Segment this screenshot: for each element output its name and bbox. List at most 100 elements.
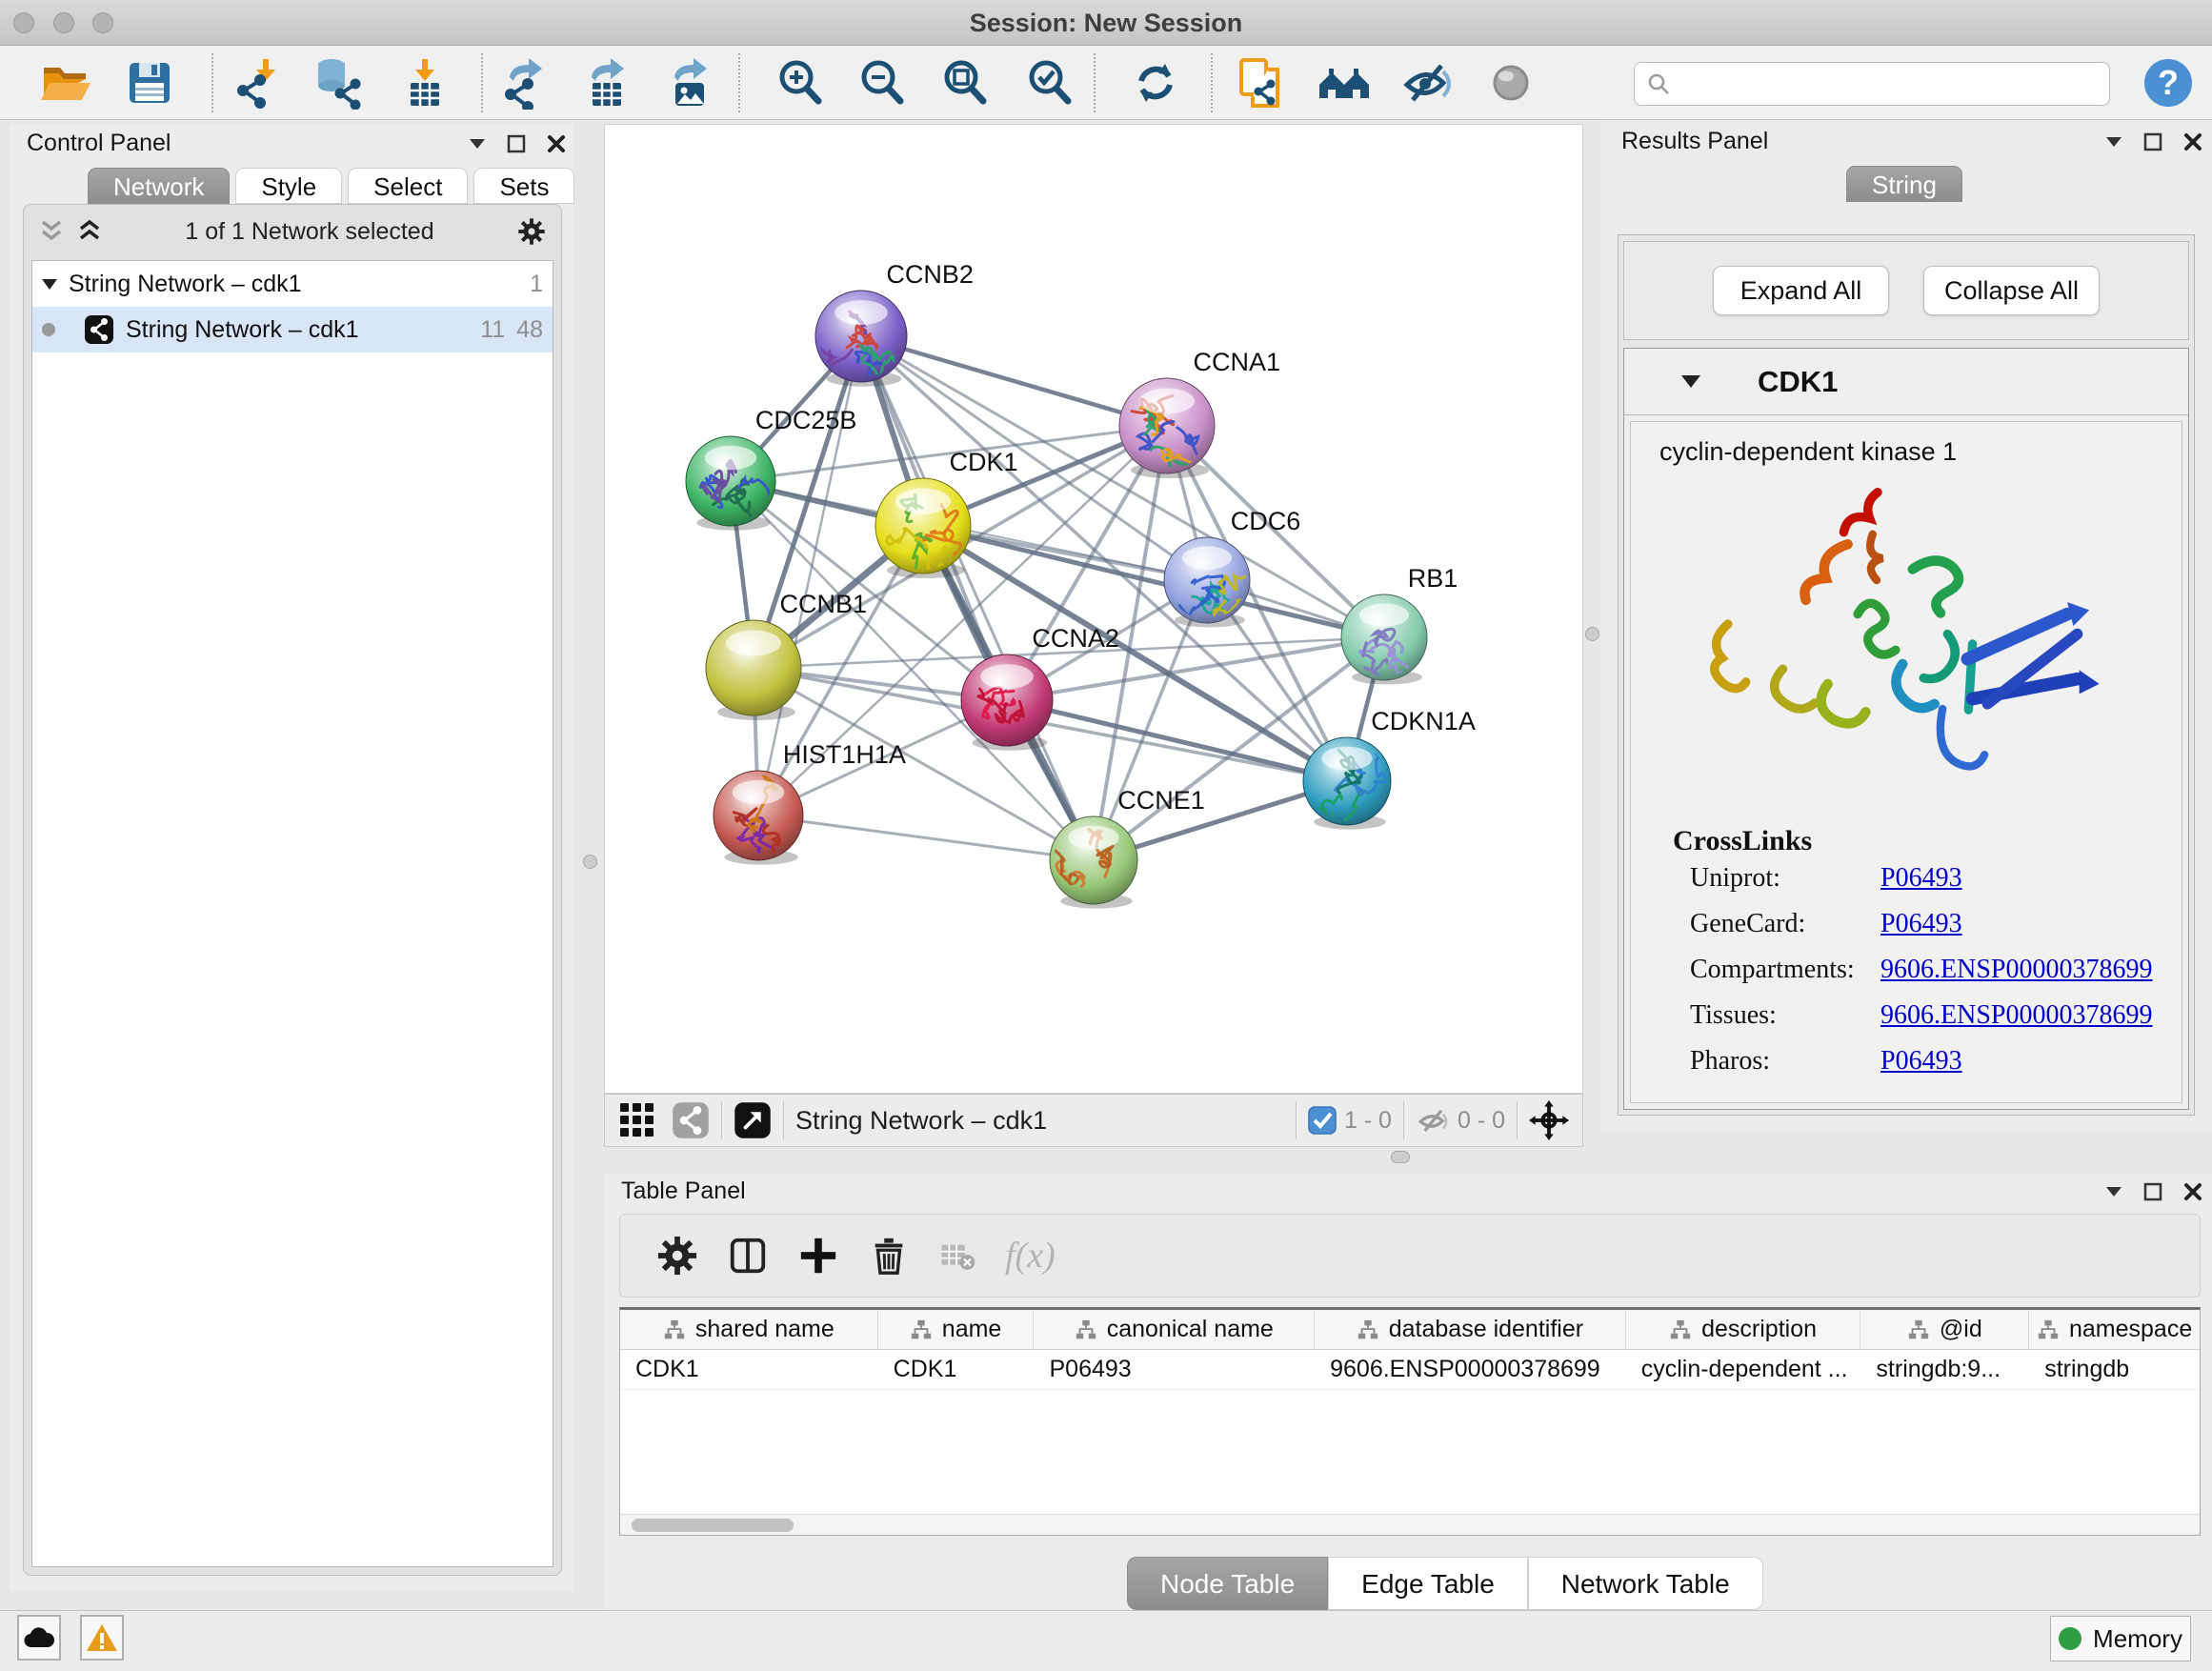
cell-canonical-name[interactable]: P06493 xyxy=(1034,1350,1315,1389)
network-collection-row[interactable]: String Network – cdk1 1 xyxy=(32,261,553,307)
help-button[interactable]: ? xyxy=(2142,56,2195,110)
collapse-all-button[interactable]: Collapse All xyxy=(1923,266,2100,315)
table-row[interactable]: CDK1 CDK1 P06493 9606.ENSP00000378699 cy… xyxy=(620,1350,2200,1390)
create-column-plus-icon[interactable] xyxy=(797,1235,839,1277)
network-node-CCNA1[interactable] xyxy=(1119,378,1215,478)
cell-name[interactable]: CDK1 xyxy=(878,1350,1035,1389)
crosslink-link[interactable]: 9606.ENSP00000378699 xyxy=(1880,1000,2152,1031)
zoom-window-button[interactable] xyxy=(92,12,113,33)
network-edge-CCNA2-CDKN1A[interactable] xyxy=(1007,700,1347,781)
collapse-all-chevron-icon[interactable] xyxy=(39,219,64,244)
import-network-from-database-button[interactable] xyxy=(311,56,364,110)
tab-style[interactable]: Style xyxy=(235,168,342,204)
column-header-canonical-name[interactable]: canonical name xyxy=(1034,1310,1315,1349)
column-header-database-identifier[interactable]: database identifier xyxy=(1315,1310,1626,1349)
tab-network-table[interactable]: Network Table xyxy=(1528,1557,1763,1610)
export-view-icon[interactable] xyxy=(734,1101,772,1139)
show-columns-icon[interactable] xyxy=(727,1235,769,1277)
export-image-button[interactable] xyxy=(663,56,716,110)
open-session-button[interactable] xyxy=(38,56,91,110)
expand-all-button[interactable]: Expand All xyxy=(1713,266,1889,315)
network-edge-CCNB2-CCNE1[interactable] xyxy=(861,336,1094,860)
network-row[interactable]: String Network – cdk1 11 48 xyxy=(32,307,553,352)
tab-string[interactable]: String xyxy=(1846,166,1962,202)
cell-description[interactable]: cyclin-dependent ... xyxy=(1626,1350,1861,1389)
save-session-button[interactable] xyxy=(123,56,176,110)
table-horizontal-scrollbar[interactable] xyxy=(620,1514,2200,1535)
horizontal-splitter-handle[interactable] xyxy=(1391,1151,1410,1163)
column-header-description[interactable]: description xyxy=(1626,1310,1861,1349)
network-node-CDC6[interactable] xyxy=(1164,537,1264,627)
network-node-CCNB1[interactable] xyxy=(706,620,801,720)
network-node-CDK1[interactable] xyxy=(875,478,971,578)
expand-all-chevron-icon[interactable] xyxy=(77,219,102,244)
panel-menu-icon[interactable] xyxy=(2105,136,2122,148)
network-node-CCNE1[interactable] xyxy=(1049,816,1137,909)
scrollbar-thumb[interactable] xyxy=(632,1519,794,1532)
network-node-RB1[interactable] xyxy=(1341,594,1427,684)
tab-sets[interactable]: Sets xyxy=(473,168,574,204)
pan-crosshair-icon[interactable] xyxy=(1529,1100,1569,1140)
cell-database-identifier[interactable]: 9606.ENSP00000378699 xyxy=(1315,1350,1626,1389)
cell-namespace[interactable]: stringdb xyxy=(2029,1350,2200,1389)
cell-id[interactable]: stringdb:9... xyxy=(1860,1350,2029,1389)
network-node-CDKN1A[interactable] xyxy=(1303,737,1391,845)
network-canvas[interactable]: CCNB2CCNA1CDC25BCDK1CDC6RB1CCNB1CCNA2CDK… xyxy=(604,124,1583,1094)
minimize-window-button[interactable] xyxy=(53,12,74,33)
delete-column-trash-icon[interactable] xyxy=(868,1235,910,1277)
table-settings-gear-icon[interactable] xyxy=(656,1235,698,1277)
network-node-CDC25B[interactable] xyxy=(686,436,775,531)
zoom-out-button[interactable] xyxy=(855,56,909,110)
float-panel-icon[interactable] xyxy=(507,134,526,153)
export-table-button[interactable] xyxy=(580,56,633,110)
network-options-gear-icon[interactable] xyxy=(517,217,546,246)
import-table-button[interactable] xyxy=(398,56,452,110)
import-network-button[interactable] xyxy=(231,56,284,110)
first-neighbors-button[interactable] xyxy=(1317,56,1371,110)
zoom-selected-button[interactable] xyxy=(1023,56,1076,110)
crosslink-link[interactable]: P06493 xyxy=(1880,863,1962,894)
export-network-button[interactable] xyxy=(498,56,552,110)
protein-card-header[interactable]: CDK1 xyxy=(1624,349,2188,415)
close-window-button[interactable] xyxy=(13,12,34,33)
tab-edge-table[interactable]: Edge Table xyxy=(1328,1557,1528,1610)
cell-shared-name[interactable]: CDK1 xyxy=(620,1350,878,1389)
close-panel-icon[interactable] xyxy=(2183,132,2202,151)
zoom-fit-button[interactable] xyxy=(938,56,992,110)
search-input[interactable] xyxy=(1679,70,2109,97)
right-splitter-handle[interactable] xyxy=(1585,627,1599,641)
column-header-shared-name[interactable]: shared name xyxy=(620,1310,878,1349)
network-edge-CCNE1-HIST1H1A[interactable] xyxy=(758,815,1094,860)
panel-menu-icon[interactable] xyxy=(469,138,486,150)
tab-select[interactable]: Select xyxy=(348,168,468,204)
refresh-network-button[interactable] xyxy=(1129,56,1182,110)
network-node-CCNB2[interactable] xyxy=(815,291,907,392)
tab-node-table[interactable]: Node Table xyxy=(1127,1557,1328,1610)
crosslink-link[interactable]: P06493 xyxy=(1880,909,1962,939)
network-node-HIST1H1A[interactable] xyxy=(714,771,803,865)
birdseye-view-icon[interactable] xyxy=(618,1101,656,1139)
tab-network[interactable]: Network xyxy=(88,168,230,204)
float-panel-icon[interactable] xyxy=(2143,1182,2162,1201)
panel-menu-icon[interactable] xyxy=(2105,1186,2122,1198)
left-splitter-handle[interactable] xyxy=(583,855,597,869)
cloud-status-button[interactable] xyxy=(17,1615,61,1661)
selected-counts-checkbox-icon[interactable] xyxy=(1308,1106,1337,1135)
protein-collapse-triangle-icon[interactable] xyxy=(1681,375,1700,388)
crosslink-link[interactable]: 9606.ENSP00000378699 xyxy=(1880,955,2152,985)
close-panel-icon[interactable] xyxy=(547,134,566,153)
column-header-id[interactable]: @id xyxy=(1860,1310,2029,1349)
collection-expand-triangle-icon[interactable] xyxy=(42,279,57,290)
warnings-button[interactable] xyxy=(80,1615,124,1661)
column-header-name[interactable]: name xyxy=(878,1310,1035,1349)
hide-selected-button[interactable] xyxy=(1401,56,1455,110)
column-header-namespace[interactable]: namespace xyxy=(2029,1310,2200,1349)
new-network-from-selection-button[interactable] xyxy=(1234,56,1287,110)
float-panel-icon[interactable] xyxy=(2143,132,2162,151)
crosslink-link[interactable]: P06493 xyxy=(1880,1046,1962,1077)
show-all-button[interactable] xyxy=(1484,56,1538,110)
close-panel-icon[interactable] xyxy=(2183,1182,2202,1201)
share-network-icon[interactable] xyxy=(672,1101,710,1139)
memory-button[interactable]: Memory xyxy=(2050,1616,2191,1661)
zoom-in-button[interactable] xyxy=(774,56,827,110)
